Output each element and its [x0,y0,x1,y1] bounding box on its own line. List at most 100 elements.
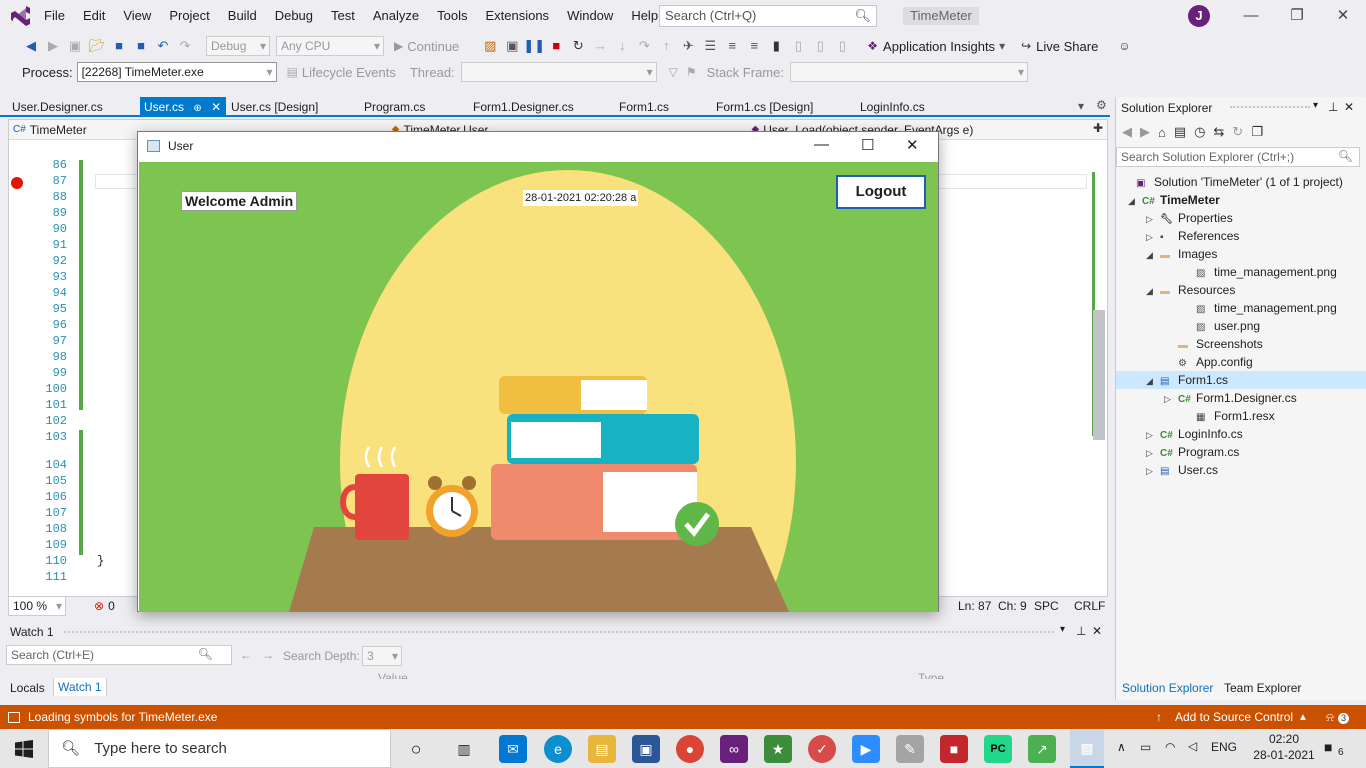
tree-item[interactable]: ◢ ▬ Resources [1116,281,1235,299]
split-editor-icon[interactable]: ✚ [1093,121,1103,135]
close-tab-icon[interactable]: ✕ [211,100,221,114]
step-out-icon[interactable]: ↑ [655,35,677,57]
search-depth-dropdown[interactable]: 3 [362,646,402,666]
tab-program-cs[interactable]: Program.cs [360,97,429,117]
tab-solution-explorer[interactable]: Solution Explorer [1122,681,1213,695]
logout-button[interactable]: Logout [836,175,926,209]
chrome-icon[interactable]: ● [676,735,704,763]
task-view-icon[interactable]: ▥ [450,735,478,763]
account-avatar[interactable]: J [1188,5,1210,27]
tab-form1-cs-design[interactable]: Form1.cs [Design] [712,97,817,117]
step-over-icon[interactable]: ↷ [633,35,655,57]
forward-icon[interactable]: ▶ [1140,124,1150,140]
home-icon[interactable]: ⌂ [1158,125,1166,140]
menu-tools[interactable]: Tools [428,0,476,32]
add-source-control-button[interactable]: Add to Source Control [1175,710,1293,724]
search-box[interactable]: Search (Ctrl+Q) 🔍︎ [659,5,877,27]
collapse-icon[interactable]: ◢ [1128,192,1142,210]
expand-icon[interactable]: ▷ [1146,426,1160,444]
collapse-all-icon[interactable]: ❐ [1251,124,1263,140]
save-all-icon[interactable]: ■ [130,35,152,57]
tab-user-designer-cs[interactable]: User.Designer.cs [8,97,107,117]
outdent-icon[interactable]: ≡ [743,35,765,57]
search-back-icon[interactable]: ← [240,648,252,662]
solution-search-input[interactable]: Search Solution Explorer (Ctrl+;) 🔍︎ [1116,147,1360,167]
tree-item[interactable]: ▦ Form1.resx [1116,407,1275,425]
stop-icon[interactable]: ■ [545,35,567,57]
error-count[interactable]: 0 [108,599,115,613]
language-indicator[interactable]: ENG [1211,740,1237,754]
redo-icon[interactable]: ↷ [174,35,196,57]
tab-team-explorer[interactable]: Team Explorer [1224,681,1301,695]
tab-form1-designer-cs[interactable]: Form1.Designer.cs [469,97,578,117]
refresh-icon[interactable]: ↻ [1232,124,1243,140]
store-icon[interactable]: ▣ [632,735,660,763]
settings-gear-icon[interactable]: ⚙ [1096,98,1107,112]
sync-icon[interactable]: ⇆ [1214,124,1225,140]
tree-item[interactable]: ◢ ▤ Form1.cs [1116,371,1366,389]
form-title-bar[interactable]: User — ☐ ✕ [138,132,938,161]
panel-grip[interactable] [64,631,1054,635]
menu-window[interactable]: Window [558,0,622,32]
collapse-icon[interactable]: ◢ [1146,246,1160,264]
collapse-icon[interactable]: ◢ [1146,282,1160,300]
tab-logininfo-cs[interactable]: LoginInfo.cs [856,97,929,117]
show-next-statement-icon[interactable]: → [589,35,611,57]
breakpoint-icon[interactable] [11,177,23,189]
live-share-button[interactable]: Live Share [1036,39,1098,54]
battery-icon[interactable]: ▭ [1140,740,1151,754]
expand-icon[interactable]: ▷ [1164,390,1178,408]
tree-item[interactable]: ▷ ▪ References [1116,227,1239,245]
menu-project[interactable]: Project [160,0,218,32]
panel-close-icon[interactable]: ✕ [1344,100,1354,114]
running-app-icon[interactable]: ▩ [1070,729,1104,768]
process-dropdown[interactable]: [22268] TimeMeter.exe [76,62,277,82]
panel-menu-icon[interactable]: ▾ [1060,624,1065,635]
vertical-scrollbar-thumb[interactable] [1093,310,1105,440]
minimize-icon[interactable]: — [1228,0,1274,32]
show-hidden-icons[interactable]: ∧ [1117,740,1126,754]
hot-reload-icon[interactable]: ✈ [677,35,699,57]
tab-overflow-icon[interactable]: ▾ [1078,99,1084,113]
expand-icon[interactable]: ▷ [1146,210,1160,228]
step-into-icon[interactable]: ↓ [611,35,633,57]
tree-item[interactable]: ▷ 🔧︎ Properties [1116,209,1233,227]
tree-item[interactable]: ▷ C# Program.cs [1116,443,1239,461]
application-insights-button[interactable]: Application Insights [883,39,995,54]
cortana-icon[interactable]: ○ [402,735,430,763]
indent-icon[interactable]: ≡ [721,35,743,57]
bookmark-icon[interactable]: ▮ [765,35,787,57]
tab-user-cs-design[interactable]: User.cs [Design] [227,97,322,117]
zoom-icon[interactable]: ▶ [852,735,880,763]
prev-bookmark-icon[interactable]: ▯ [787,35,809,57]
form-close-icon[interactable]: ✕ [906,136,919,154]
panel-menu-icon[interactable]: ▾ [1313,100,1318,111]
zoom-dropdown[interactable]: 100 % [8,596,66,616]
pin-icon[interactable]: ⊕ [193,103,201,114]
bell-icon[interactable]: ⍾ [1326,710,1334,725]
switch-views-icon[interactable]: ▤ [1174,124,1186,140]
tree-item[interactable]: ◢ C# TimeMeter [1116,191,1220,209]
tab-user-cs[interactable]: User.cs ⊕ ✕ [140,97,226,117]
menu-file[interactable]: File [35,0,74,32]
menu-build[interactable]: Build [219,0,266,32]
clock-time[interactable]: 02:20 [1254,732,1314,746]
save-icon[interactable]: ■ [108,35,130,57]
expand-icon[interactable]: ▷ [1146,228,1160,246]
user-form-window[interactable]: User — ☐ ✕ Welcome Admin 28-01-2021 02:2… [137,131,939,612]
expand-icon[interactable]: ▷ [1146,444,1160,462]
panel-pin-icon[interactable]: ⊥ [1328,100,1338,114]
tree-item[interactable]: ▷ C# LoginInfo.cs [1116,425,1243,443]
pending-changes-icon[interactable]: ◷ [1194,124,1205,140]
visual-studio-icon[interactable]: ∞ [720,735,748,763]
tree-item[interactable]: ◢ ▬ Images [1116,245,1217,263]
app-icon[interactable]: ★ [764,735,792,763]
continue-button[interactable]: Continue [407,39,459,54]
paint-icon[interactable]: ✎ [896,735,924,763]
form-minimize-icon[interactable]: — [814,136,829,153]
tab-locals[interactable]: Locals [10,681,45,695]
windows-start-icon[interactable] [15,740,33,758]
tree-item[interactable]: ⚙ App.config [1116,353,1253,371]
attach-icon[interactable]: ▨ [479,35,501,57]
visual-studio-logo-icon[interactable] [10,6,32,26]
